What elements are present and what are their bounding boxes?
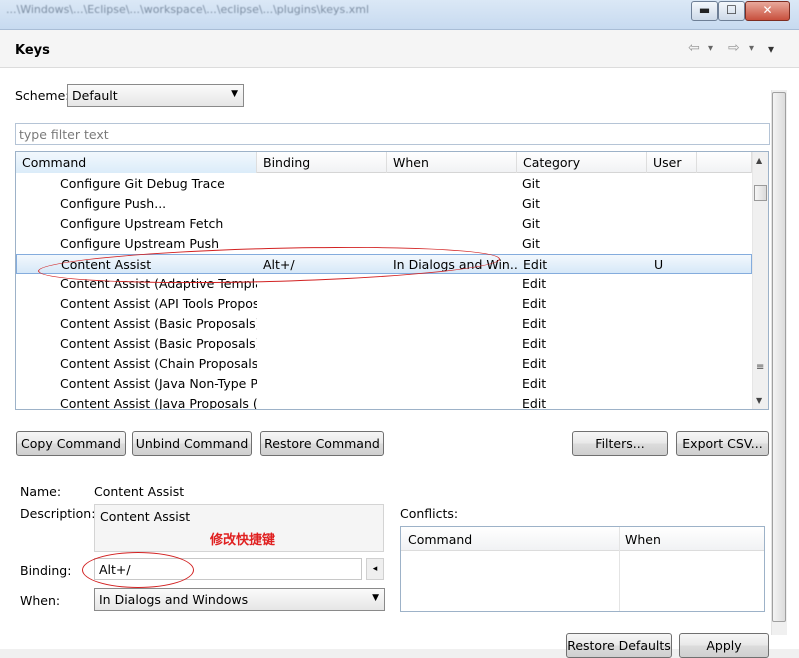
scroll-grip-icon: ≡ [756, 362, 765, 373]
table-row[interactable]: Content Assist (Basic Proposals) Edit [16, 334, 752, 354]
table-row[interactable]: Configure Push... Git [16, 194, 752, 214]
table-row[interactable]: Content Assist (API Tools Proposa Edit [16, 294, 752, 314]
table-row[interactable]: Content Assist Alt+/ In Dialogs and Win...… [16, 254, 752, 274]
cell-command: Configure Git Debug Trace [60, 176, 225, 191]
binding-label: Binding: [20, 563, 72, 578]
cell-command: Content Assist [61, 257, 152, 272]
filters-button[interactable]: Filters... [572, 431, 668, 456]
cell-command: Content Assist (Java Proposals (Co [60, 396, 257, 410]
unbind-command-button[interactable]: Unbind Command [132, 431, 252, 456]
chevron-down-icon: ▼ [231, 89, 238, 99]
table-row[interactable]: Content Assist (Java Non-Type Pro Edit [16, 374, 752, 394]
binding-menu-arrow-icon[interactable]: ◂ [366, 558, 384, 580]
forward-dropdown-icon[interactable]: ▾ [749, 43, 754, 54]
description-value: Content Assist [100, 509, 191, 524]
description-label: Description: [20, 506, 96, 521]
table-row[interactable]: Content Assist (Adaptive Template Edit [16, 274, 752, 294]
column-header-user[interactable]: User [647, 152, 697, 173]
conflicts-label: Conflicts: [400, 506, 459, 521]
cell-category: Git [522, 236, 541, 251]
table-row[interactable]: Configure Git Debug Trace Git [16, 174, 752, 194]
forward-arrow-icon[interactable]: ⇨ [728, 40, 740, 56]
when-select-value: In Dialogs and Windows [99, 592, 249, 607]
minimize-button[interactable]: ▬ [691, 1, 718, 21]
sort-ascending-icon: ˆ [132, 151, 137, 159]
back-dropdown-icon[interactable]: ▾ [708, 43, 713, 54]
keys-table: Command ˆ Binding When Category User Con… [15, 151, 769, 410]
export-csv-button[interactable]: Export CSV... [676, 431, 769, 456]
column-divider [619, 527, 620, 611]
back-arrow-icon[interactable]: ⇦ [688, 40, 700, 56]
window-title-path: ...\Windows\...\Eclipse\...\workspace\..… [6, 3, 370, 16]
cell-command: Content Assist (Basic Proposals) [60, 316, 257, 331]
table-header: Command ˆ Binding When Category User [16, 152, 752, 173]
copy-command-button[interactable]: Copy Command [16, 431, 126, 456]
cell-command: Content Assist (API Tools Proposa [60, 296, 257, 311]
scroll-down-icon[interactable]: ▼ [756, 396, 762, 405]
conflicts-table: Command When [400, 526, 765, 612]
table-row[interactable]: Content Assist (Basic Proposals) Edit [16, 314, 752, 334]
filter-input[interactable] [15, 123, 770, 145]
table-row[interactable]: Configure Upstream Push Git [16, 234, 752, 254]
cell-category: Edit [522, 296, 547, 311]
page-scrollbar-thumb[interactable] [772, 92, 786, 622]
when-select[interactable]: In Dialogs and Windows ▼ [94, 588, 385, 611]
annotation-text: 修改快捷键 [210, 533, 276, 548]
cell-category: Edit [522, 376, 547, 391]
cell-user: U [654, 257, 664, 272]
view-menu-icon[interactable]: ▾ [768, 42, 774, 56]
conflicts-header: Command When [401, 527, 764, 551]
cell-category: Edit [522, 316, 547, 331]
close-window-button[interactable]: ✕ [745, 1, 790, 21]
cell-command: Configure Push... [60, 196, 167, 211]
cell-category: Git [522, 216, 541, 231]
cell-category: Git [522, 196, 541, 211]
column-header-when[interactable]: When [387, 152, 517, 173]
table-row[interactable]: Content Assist (Chain Proposals (C Edit [16, 354, 752, 374]
page-title: Keys [15, 43, 50, 58]
table-row[interactable]: Content Assist (Java Proposals (Co Edit [16, 394, 752, 410]
apply-button[interactable]: Apply [679, 633, 769, 658]
column-header-binding[interactable]: Binding [257, 152, 387, 173]
scheme-select-value: Default [72, 88, 118, 103]
conflicts-column-command[interactable]: Command [408, 532, 472, 547]
chevron-down-icon: ▼ [372, 593, 379, 603]
restore-command-button[interactable]: Restore Command [260, 431, 384, 456]
maximize-button[interactable]: ☐ [718, 1, 745, 21]
restore-defaults-button[interactable]: Restore Defaults [566, 633, 672, 658]
scroll-up-icon[interactable]: ▲ [756, 156, 762, 165]
cell-category: Edit [522, 336, 547, 351]
column-header-filler [697, 152, 752, 173]
scheme-label: Scheme: [15, 88, 70, 103]
cell-binding: Alt+/ [263, 257, 295, 272]
cell-command: Content Assist (Basic Proposals) [60, 336, 257, 351]
cell-category: Edit [522, 356, 547, 371]
column-header-category[interactable]: Category [517, 152, 647, 173]
cell-command: Configure Upstream Fetch [60, 216, 224, 231]
name-value: Content Assist [94, 484, 185, 499]
cell-when: In Dialogs and Win... [393, 257, 517, 272]
when-label: When: [20, 593, 61, 608]
cell-category: Edit [523, 257, 548, 272]
window-titlebar: ...\Windows\...\Eclipse\...\workspace\..… [0, 0, 799, 30]
preference-page-header [0, 30, 799, 68]
cell-command: Content Assist (Java Non-Type Pro [60, 376, 257, 391]
cell-category: Edit [522, 276, 547, 291]
cell-category: Git [522, 176, 541, 191]
conflicts-column-when[interactable]: When [625, 532, 661, 547]
cell-command: Configure Upstream Push [60, 236, 220, 251]
cell-command: Content Assist (Chain Proposals (C [60, 356, 257, 371]
binding-input[interactable]: Alt+/ [94, 558, 362, 580]
cell-category: Edit [522, 396, 547, 410]
binding-value: Alt+/ [99, 562, 131, 577]
table-scrollbar-thumb[interactable] [754, 185, 767, 201]
column-header-command[interactable]: Command ˆ [16, 152, 257, 173]
name-label: Name: [20, 484, 62, 499]
cell-command: Content Assist (Adaptive Template [60, 276, 257, 291]
table-row[interactable]: Configure Upstream Fetch Git [16, 214, 752, 234]
scheme-select[interactable]: Default ▼ [67, 84, 244, 107]
